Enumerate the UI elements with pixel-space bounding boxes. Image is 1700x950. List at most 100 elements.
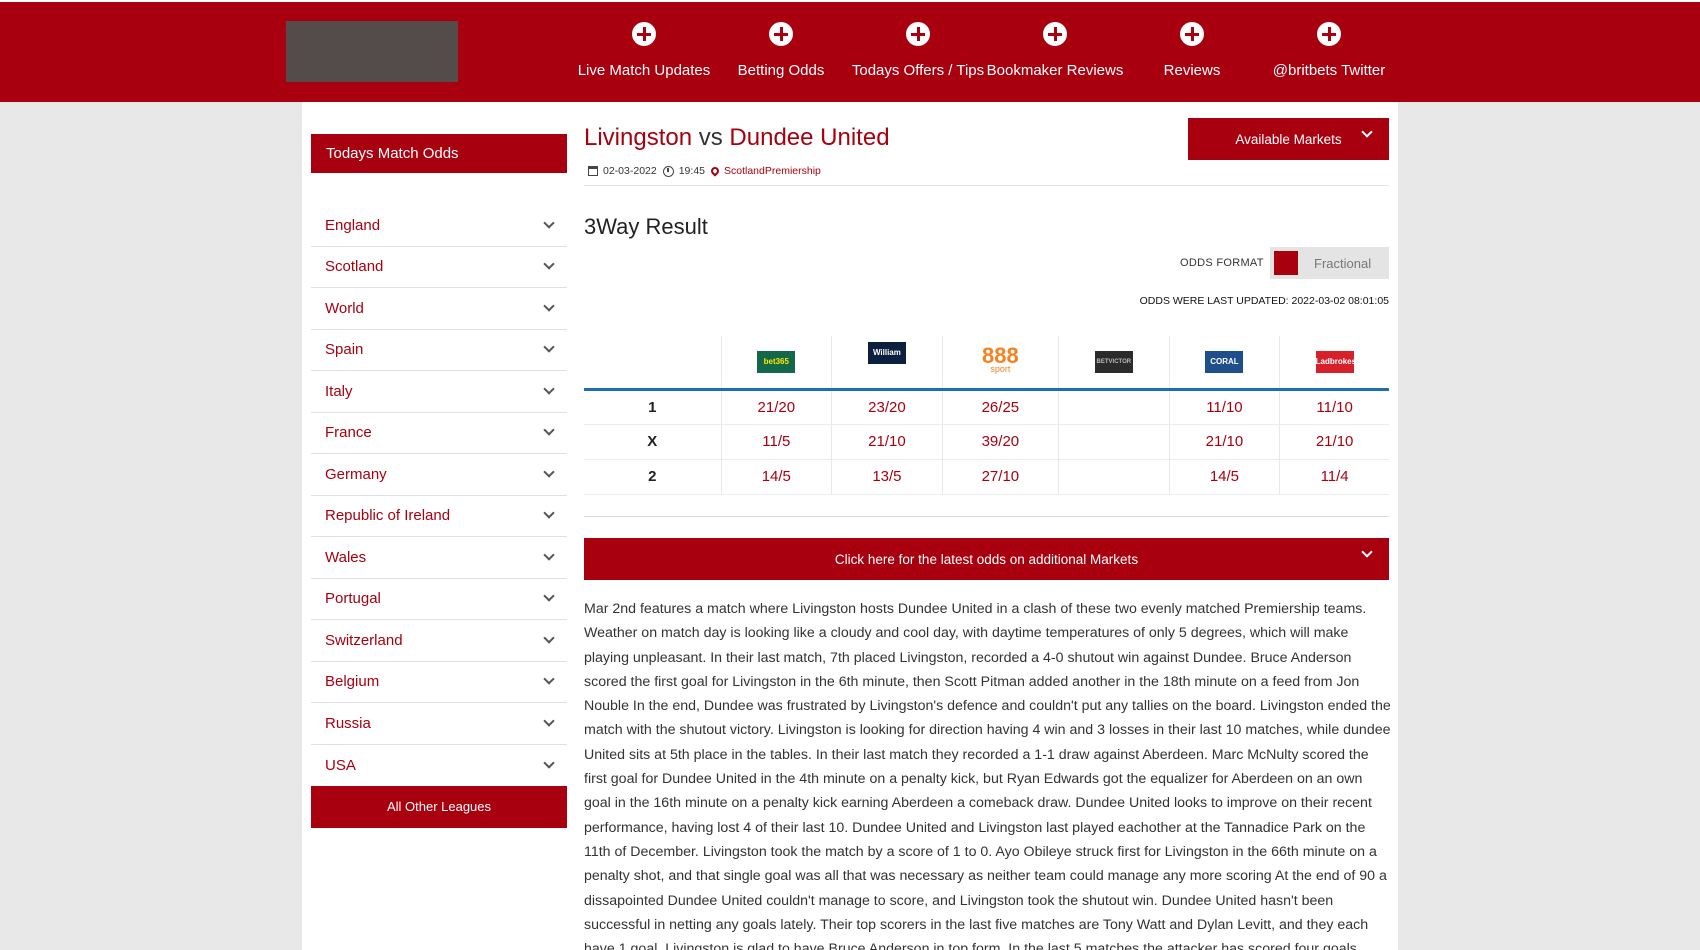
outcome-label: 2 [584, 459, 721, 495]
sidebar-item-label: Wales [325, 548, 367, 566]
sidebar-item-russia[interactable]: Russia [311, 703, 567, 745]
outcome-label: 1 [584, 389, 721, 425]
odds-format-value: Fractional [1314, 256, 1372, 271]
chevron-down-icon [543, 549, 555, 561]
odds-cell[interactable]: 11/5 [720, 424, 832, 460]
odds-cell[interactable]: 21/10 [1279, 424, 1389, 460]
site-logo[interactable] [286, 21, 458, 82]
bet365-logo: bet365 [757, 350, 796, 373]
sidebar-item-italy[interactable]: Italy [311, 371, 567, 413]
nav-label: Todays Offers / Tips [851, 62, 985, 79]
odds-format-label: ODDS FORMAT [1180, 257, 1264, 269]
chevron-down-icon [543, 341, 555, 353]
plus-circle-icon [1180, 22, 1204, 46]
match-time: 19:45 [678, 165, 705, 177]
888sport-logo: 888 sport [980, 344, 1020, 377]
nav-label: Betting Odds [737, 62, 825, 79]
nav-label: Reviews [1163, 62, 1221, 79]
odds-cell[interactable]: 14/5 [720, 459, 832, 495]
nav-label: @britbets Twitter [1272, 62, 1386, 79]
additional-markets-label: Click here for the latest odds on additi… [834, 551, 1139, 567]
clock-icon [662, 165, 674, 177]
match-date: 02-03-2022 [603, 165, 657, 177]
sidebar-item-germany[interactable]: Germany [311, 454, 567, 496]
bookmaker-betvictor[interactable]: BETVICTOR [1058, 336, 1170, 391]
bookmaker-bet365[interactable]: bet365 [720, 336, 832, 391]
vs-text: vs [698, 124, 723, 151]
sidebar-item-label: England [325, 216, 381, 234]
sidebar-item-republic-of-ireland[interactable]: Republic of Ireland [311, 496, 567, 537]
nav-reviews[interactable]: Reviews [1117, 22, 1267, 79]
bookmaker-888sport[interactable]: 888 sport [941, 336, 1059, 391]
bookmaker-coral[interactable]: CORAL [1168, 336, 1280, 391]
nav-bookmaker-reviews[interactable]: Bookmaker Reviews [980, 22, 1130, 79]
sidebar-item-label: Russia [325, 714, 371, 732]
sidebar-item-switzerland[interactable]: Switzerland [311, 620, 567, 662]
available-markets-button[interactable]: Available Markets [1188, 118, 1389, 160]
odds-updated-text: ODDS WERE LAST UPDATED: 2022-03-02 08:01… [1139, 295, 1389, 307]
odds-cell[interactable]: 23/20 [831, 389, 943, 425]
odds-cell[interactable]: 11/10 [1279, 389, 1389, 425]
odds-cell[interactable] [1058, 424, 1170, 460]
odds-cell[interactable]: 21/10 [1168, 424, 1280, 460]
ladbrokes-logo: Ladbrokes [1315, 350, 1356, 373]
sidebar-item-world[interactable]: World [311, 288, 567, 330]
plus-circle-icon [1317, 22, 1341, 46]
match-league[interactable]: ScotlandPremiership [724, 165, 821, 177]
odds-cell[interactable] [1058, 459, 1170, 495]
odds-cell[interactable]: 27/10 [941, 459, 1059, 495]
sidebar-item-france[interactable]: France [311, 413, 567, 454]
odds-cell[interactable]: 11/10 [1168, 389, 1280, 425]
bookmaker-william-hill[interactable]: William HILL [831, 336, 943, 391]
sidebar-item-label: France [325, 424, 372, 442]
odds-cell[interactable]: 26/25 [941, 389, 1059, 425]
chevron-down-icon [1361, 546, 1373, 558]
nav-label: Live Match Updates [577, 62, 711, 79]
chevron-down-icon [543, 258, 555, 270]
sidebar-item-portugal[interactable]: Portugal [311, 579, 567, 620]
sidebar-item-scotland[interactable]: Scotland [311, 247, 567, 288]
odds-format-toggle[interactable]: Fractional [1270, 247, 1389, 279]
sidebar-item-label: Belgium [325, 673, 380, 691]
odds-cell[interactable]: 14/5 [1168, 459, 1280, 495]
nav-live-match-updates[interactable]: Live Match Updates [569, 22, 719, 79]
odds-cell[interactable]: 11/4 [1279, 459, 1389, 495]
market-title: 3Way Result [584, 214, 708, 239]
outcome-header [584, 336, 721, 391]
sidebar-item-spain[interactable]: Spain [311, 330, 567, 371]
nav-betting-odds[interactable]: Betting Odds [706, 22, 856, 79]
all-other-leagues-button[interactable]: All Other Leagues [311, 786, 567, 828]
location-pin-icon [709, 165, 721, 177]
odds-cell[interactable]: 13/5 [831, 459, 943, 495]
sidebar-item-label: Switzerland [325, 631, 403, 649]
odds-cell[interactable] [1058, 389, 1170, 425]
odds-row-away: 2 14/5 13/5 27/10 14/5 11/4 [584, 459, 1389, 495]
chevron-down-icon [543, 715, 555, 727]
odds-cell[interactable]: 39/20 [941, 424, 1059, 460]
odds-cell[interactable]: 21/10 [831, 424, 943, 460]
coral-logo: CORAL [1205, 350, 1244, 373]
sidebar-item-wales[interactable]: Wales [311, 537, 567, 579]
chevron-down-icon [543, 383, 555, 395]
chevron-down-icon [543, 632, 555, 644]
nav-todays-offers[interactable]: Todays Offers / Tips [843, 22, 993, 79]
bookmaker-header-row: bet365 William HILL 888 sport BETVICTOR C… [584, 336, 1389, 391]
chevron-down-icon [543, 757, 555, 769]
nav-twitter[interactable]: @britbets Twitter [1254, 22, 1404, 79]
plus-circle-icon [769, 22, 793, 46]
available-markets-label: Available Markets [1235, 131, 1342, 147]
sidebar-item-usa[interactable]: USA [311, 745, 567, 787]
calendar-icon [588, 166, 598, 176]
away-team[interactable]: Dundee United [729, 124, 889, 151]
sidebar-item-label: Italy [325, 382, 353, 400]
divider [584, 516, 1389, 517]
home-team[interactable]: Livingston [584, 124, 692, 151]
chevron-down-icon [543, 673, 555, 685]
odds-cell[interactable]: 21/20 [720, 389, 832, 425]
additional-markets-button[interactable]: Click here for the latest odds on additi… [584, 538, 1389, 580]
bookmaker-ladbrokes[interactable]: Ladbrokes [1279, 336, 1389, 391]
sidebar-item-england[interactable]: England [311, 205, 567, 247]
sidebar-item-belgium[interactable]: Belgium [311, 662, 567, 703]
odds-table: bet365 William HILL 888 sport BETVICTOR C… [584, 336, 1389, 495]
chevron-down-icon [543, 424, 555, 436]
